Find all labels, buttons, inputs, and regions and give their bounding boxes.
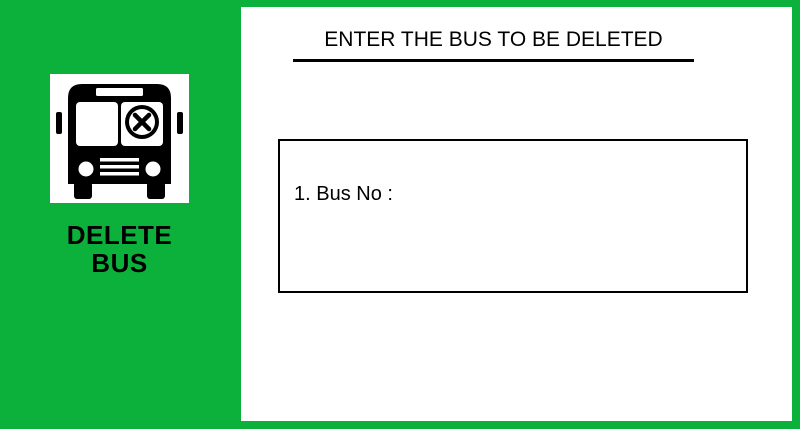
bus-no-row: 1. Bus No : <box>294 181 581 207</box>
page-title: ENTER THE BUS TO BE DELETED <box>293 27 694 62</box>
side-title-line1: DELETE <box>66 220 173 250</box>
side-title-line2: BUS <box>91 248 148 278</box>
main-panel: ENTER THE BUS TO BE DELETED 1. Bus No : <box>241 7 792 421</box>
bus-no-label: 1. Bus No : <box>294 182 393 205</box>
delete-bus-form: 1. Bus No : <box>278 139 748 293</box>
bus-logo <box>50 74 189 203</box>
sidebar: DELETE BUS <box>0 0 240 429</box>
bus-delete-icon <box>56 84 183 199</box>
bus-no-input[interactable] <box>400 181 581 207</box>
side-title: DELETE BUS <box>50 221 189 277</box>
